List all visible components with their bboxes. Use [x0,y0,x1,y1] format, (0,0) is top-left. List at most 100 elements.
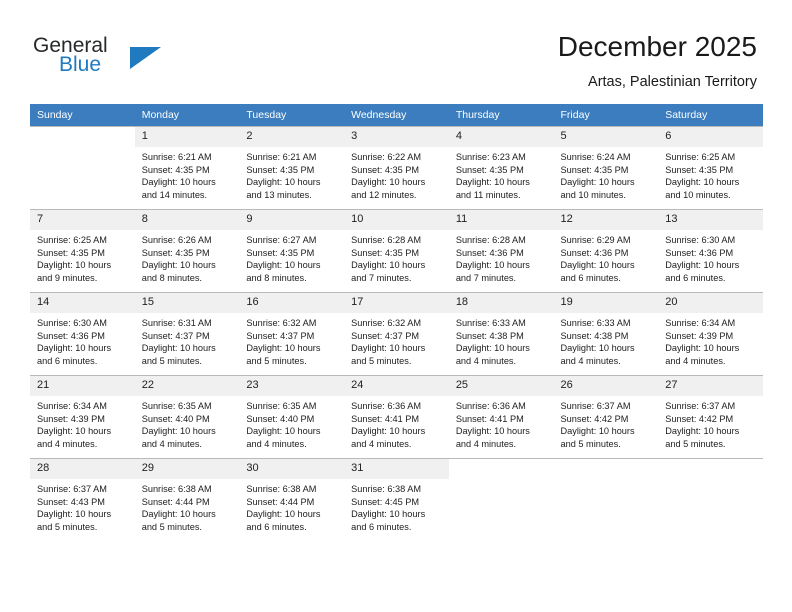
daylight-text-cont: and 6 minutes. [560,272,621,283]
calendar-day-cell[interactable]: 14 Sunrise: 6:30 AM Sunset: 4:36 PM Dayl… [30,292,135,376]
sunrise-text: Sunrise: 6:24 AM [560,152,631,162]
day-number: 3 [344,127,449,147]
calendar-day-cell[interactable]: 29 Sunrise: 6:38 AM Sunset: 4:44 PM Dayl… [134,458,240,541]
sunset-text: Sunset: 4:36 PM [455,247,524,258]
day-number: 18 [448,293,554,313]
daylight-text: Daylight: 10 hours [560,260,635,271]
calendar-day-cell[interactable]: 9 Sunrise: 6:27 AM Sunset: 4:35 PM Dayli… [239,209,345,293]
calendar-day-cell[interactable]: 10 Sunrise: 6:28 AM Sunset: 4:35 PM Dayl… [344,209,449,293]
sunrise-text: Sunrise: 6:33 AM [560,318,631,328]
daylight-text: Daylight: 10 hours [141,509,216,520]
sunset-text: Sunset: 4:36 PM [665,247,734,258]
calendar-day-cell[interactable]: 3 Sunrise: 6:22 AM Sunset: 4:35 PM Dayli… [344,126,449,210]
triangle-flag-icon [130,47,161,69]
day-number: 12 [553,210,659,230]
calendar-day-cell[interactable]: 7 Sunrise: 6:25 AM Sunset: 4:35 PM Dayli… [30,209,135,293]
sunrise-text: Sunrise: 6:37 AM [665,401,736,411]
sunrise-text: Sunrise: 6:25 AM [665,152,736,162]
day-info: Sunrise: 6:32 AM Sunset: 4:37 PM Dayligh… [239,313,344,367]
calendar-day-cell[interactable]: 17 Sunrise: 6:32 AM Sunset: 4:37 PM Dayl… [344,292,449,376]
sunrise-text: Sunrise: 6:30 AM [665,235,736,245]
sunset-text: Sunset: 4:39 PM [37,413,105,424]
day-info: Sunrise: 6:37 AM Sunset: 4:42 PM Dayligh… [658,396,763,450]
calendar-day-cell[interactable]: 11 Sunrise: 6:28 AM Sunset: 4:36 PM Dayl… [448,209,554,293]
sunset-text: Sunset: 4:36 PM [560,247,629,258]
sunrise-text: Sunrise: 6:28 AM [455,235,526,245]
calendar-day-cell [658,458,763,541]
day-number: 11 [448,210,554,230]
daylight-text: Daylight: 10 hours [246,509,321,520]
day-info: Sunrise: 6:36 AM Sunset: 4:41 PM Dayligh… [449,396,554,450]
sunset-text: Sunset: 4:37 PM [141,330,210,341]
sunset-text: Sunset: 4:38 PM [560,330,629,341]
calendar-day-cell[interactable]: 24 Sunrise: 6:36 AM Sunset: 4:41 PM Dayl… [344,375,449,459]
calendar-day-cell[interactable]: 19 Sunrise: 6:33 AM Sunset: 4:38 PM Dayl… [553,292,659,376]
sunset-text: Sunset: 4:45 PM [351,496,420,507]
daylight-text: Daylight: 10 hours [665,177,740,188]
calendar-day-cell[interactable]: 22 Sunrise: 6:35 AM Sunset: 4:40 PM Dayl… [134,375,240,459]
calendar-day-cell[interactable]: 13 Sunrise: 6:30 AM Sunset: 4:36 PM Dayl… [658,209,763,293]
page-header: General Blue December 2025 Artas, Palest… [0,0,792,100]
page-title: December 2025 [557,31,757,62]
sunrise-text: Sunrise: 6:29 AM [560,235,631,245]
sunrise-text: Sunrise: 6:25 AM [37,235,107,245]
calendar-day-cell[interactable]: 1 Sunrise: 6:21 AM Sunset: 4:35 PM Dayli… [134,126,240,210]
daylight-text: Daylight: 10 hours [246,343,321,354]
calendar-day-cell[interactable]: 28 Sunrise: 6:37 AM Sunset: 4:43 PM Dayl… [30,458,135,541]
sunset-text: Sunset: 4:35 PM [665,164,734,175]
location-subtitle: Artas, Palestinian Territory [588,74,757,90]
day-info: Sunrise: 6:33 AM Sunset: 4:38 PM Dayligh… [449,313,554,367]
sunset-text: Sunset: 4:40 PM [141,413,210,424]
calendar-day-cell[interactable]: 12 Sunrise: 6:29 AM Sunset: 4:36 PM Dayl… [553,209,659,293]
weekday-header-saturday: Saturday [658,104,763,127]
calendar-day-cell[interactable]: 30 Sunrise: 6:38 AM Sunset: 4:44 PM Dayl… [239,458,345,541]
day-number: 13 [658,210,763,230]
sunrise-text: Sunrise: 6:36 AM [351,401,422,411]
sunset-text: Sunset: 4:44 PM [141,496,210,507]
day-number: 29 [134,459,240,479]
sunset-text: Sunset: 4:43 PM [37,496,105,507]
day-number: 2 [239,127,345,147]
calendar-day-cell[interactable]: 23 Sunrise: 6:35 AM Sunset: 4:40 PM Dayl… [239,375,345,459]
calendar-day-cell[interactable]: 15 Sunrise: 6:31 AM Sunset: 4:37 PM Dayl… [134,292,240,376]
day-info: Sunrise: 6:38 AM Sunset: 4:44 PM Dayligh… [239,479,344,533]
calendar-day-cell[interactable]: 5 Sunrise: 6:24 AM Sunset: 4:35 PM Dayli… [553,126,659,210]
calendar-day-cell[interactable]: 21 Sunrise: 6:34 AM Sunset: 4:39 PM Dayl… [30,375,135,459]
sunset-text: Sunset: 4:37 PM [246,330,315,341]
daylight-text: Daylight: 10 hours [560,426,635,437]
sunrise-text: Sunrise: 6:38 AM [351,484,422,494]
calendar-day-cell [30,126,135,210]
calendar-day-cell[interactable]: 31 Sunrise: 6:38 AM Sunset: 4:45 PM Dayl… [344,458,449,541]
daylight-text: Daylight: 10 hours [37,260,112,271]
day-number [30,127,135,147]
daylight-text-cont: and 12 minutes. [351,189,417,200]
daylight-text: Daylight: 10 hours [455,343,530,354]
daylight-text-cont: and 14 minutes. [141,189,208,200]
sunrise-text: Sunrise: 6:34 AM [665,318,736,328]
day-info: Sunrise: 6:23 AM Sunset: 4:35 PM Dayligh… [449,147,554,201]
calendar-day-cell[interactable]: 20 Sunrise: 6:34 AM Sunset: 4:39 PM Dayl… [658,292,763,376]
calendar-day-cell[interactable]: 2 Sunrise: 6:21 AM Sunset: 4:35 PM Dayli… [239,126,345,210]
brand-logo[interactable]: General Blue [33,34,203,84]
calendar-day-cell[interactable]: 25 Sunrise: 6:36 AM Sunset: 4:41 PM Dayl… [448,375,554,459]
day-info: Sunrise: 6:22 AM Sunset: 4:35 PM Dayligh… [344,147,449,201]
sunrise-text: Sunrise: 6:38 AM [141,484,212,494]
daylight-text: Daylight: 10 hours [665,343,740,354]
calendar-day-cell[interactable]: 16 Sunrise: 6:32 AM Sunset: 4:37 PM Dayl… [239,292,345,376]
daylight-text-cont: and 5 minutes. [246,355,307,366]
calendar-day-cell[interactable]: 8 Sunrise: 6:26 AM Sunset: 4:35 PM Dayli… [134,209,240,293]
calendar-day-cell[interactable]: 6 Sunrise: 6:25 AM Sunset: 4:35 PM Dayli… [658,126,763,210]
calendar-day-cell[interactable]: 26 Sunrise: 6:37 AM Sunset: 4:42 PM Dayl… [553,375,659,459]
sunrise-text: Sunrise: 6:31 AM [141,318,212,328]
daylight-text-cont: and 5 minutes. [37,521,98,532]
daylight-text-cont: and 7 minutes. [455,272,517,283]
daylight-text: Daylight: 10 hours [455,426,530,437]
calendar-day-cell[interactable]: 4 Sunrise: 6:23 AM Sunset: 4:35 PM Dayli… [448,126,554,210]
daylight-text: Daylight: 10 hours [141,260,216,271]
sunset-text: Sunset: 4:42 PM [560,413,629,424]
daylight-text-cont: and 5 minutes. [141,355,202,366]
calendar-day-cell[interactable]: 27 Sunrise: 6:37 AM Sunset: 4:42 PM Dayl… [658,375,763,459]
calendar-day-cell[interactable]: 18 Sunrise: 6:33 AM Sunset: 4:38 PM Dayl… [448,292,554,376]
sunset-text: Sunset: 4:36 PM [37,330,105,341]
sunset-text: Sunset: 4:35 PM [560,164,629,175]
